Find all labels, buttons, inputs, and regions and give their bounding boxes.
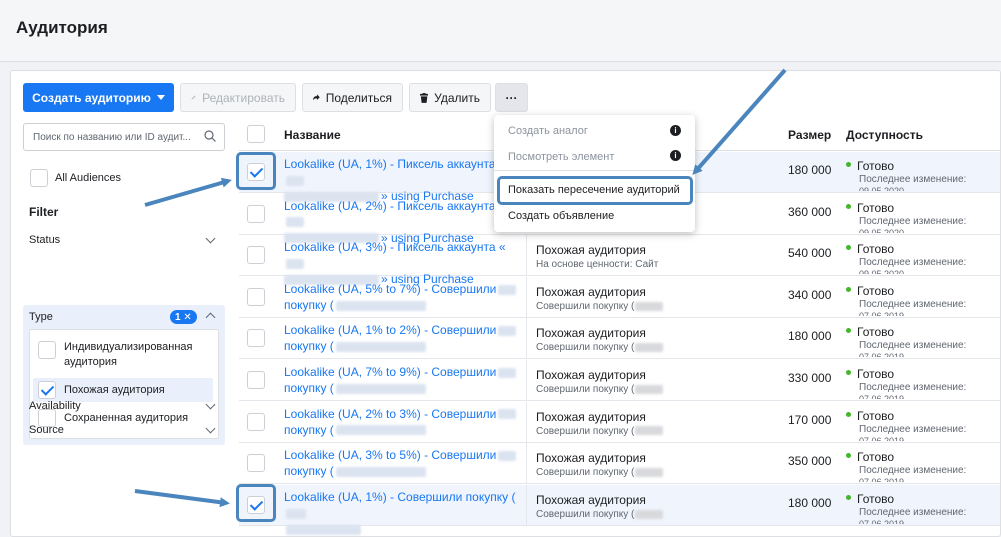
arrow-to-menu <box>692 68 787 175</box>
arrow-to-row1 <box>144 177 232 207</box>
screen: Аудитория Создать аудиторию Редактироват… <box>0 0 1001 537</box>
arrow-to-row9 <box>134 489 230 508</box>
annotation-arrows <box>134 68 787 508</box>
